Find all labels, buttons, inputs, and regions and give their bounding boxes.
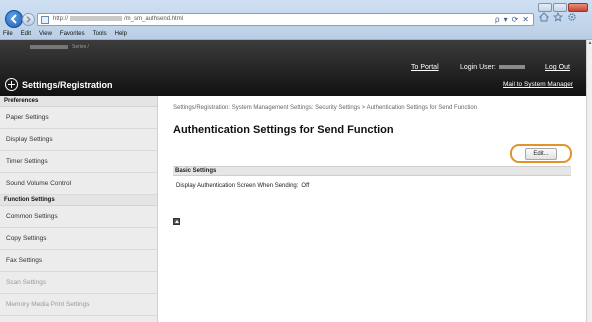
chevron-down-icon[interactable]: ▾ bbox=[504, 15, 508, 24]
header-title: Settings/Registration bbox=[22, 80, 113, 90]
back-arrow-icon bbox=[10, 14, 17, 24]
edit-highlight: Edit... bbox=[510, 144, 572, 163]
page-title: Authentication Settings for Send Functio… bbox=[173, 124, 394, 136]
url-text: http:///m_sm_authsend.html bbox=[53, 16, 184, 23]
menu-bar: File Edit View Favorites Tools Help bbox=[0, 31, 127, 40]
forward-button[interactable] bbox=[22, 13, 35, 26]
menu-help[interactable]: Help bbox=[115, 31, 127, 40]
menu-edit[interactable]: Edit bbox=[21, 31, 31, 40]
sidebar-group-function-settings: Function Settings bbox=[0, 195, 157, 206]
maximize-button[interactable] bbox=[553, 3, 567, 12]
to-portal-link[interactable]: To Portal bbox=[411, 64, 439, 71]
sidebar: Preferences Paper Settings Display Setti… bbox=[0, 96, 158, 322]
settings-logo-icon bbox=[5, 78, 18, 91]
sidebar-group-preferences: Preferences bbox=[0, 96, 157, 107]
page-header: Series / Settings/Registration To Portal… bbox=[0, 40, 586, 96]
stop-icon[interactable]: ✕ bbox=[522, 15, 529, 24]
browser-titlebar: http:///m_sm_authsend.html ρ ▾ ⟳ ✕ File … bbox=[0, 0, 592, 40]
login-user: Login User: bbox=[460, 64, 528, 71]
back-button[interactable] bbox=[5, 10, 23, 28]
model-name: Series / bbox=[30, 44, 89, 50]
setting-value: Off bbox=[301, 183, 310, 189]
setting-label: Display Authentication Screen When Sendi… bbox=[176, 183, 299, 189]
scroll-up-icon[interactable]: ▲ bbox=[587, 40, 592, 46]
sidebar-item-scan-settings[interactable]: Scan Settings bbox=[0, 272, 157, 294]
edit-button[interactable]: Edit... bbox=[525, 147, 557, 160]
forward-arrow-icon bbox=[26, 16, 31, 23]
menu-tools[interactable]: Tools bbox=[93, 31, 107, 40]
page-icon bbox=[41, 16, 49, 24]
sidebar-item-fax-settings[interactable]: Fax Settings bbox=[0, 250, 157, 272]
sidebar-item-copy-settings[interactable]: Copy Settings bbox=[0, 228, 157, 250]
star-icon[interactable] bbox=[552, 11, 564, 22]
minimize-button[interactable] bbox=[538, 3, 552, 12]
page-top-icon[interactable] bbox=[173, 218, 180, 225]
sidebar-item-memory-media-print[interactable]: Memory Media Print Settings bbox=[0, 294, 157, 316]
sidebar-item-paper-settings[interactable]: Paper Settings bbox=[0, 107, 157, 129]
address-tools: ρ ▾ ⟳ ✕ bbox=[495, 15, 529, 24]
sidebar-item-common-settings[interactable]: Common Settings bbox=[0, 206, 157, 228]
menu-file[interactable]: File bbox=[3, 31, 13, 40]
gear-icon[interactable] bbox=[567, 12, 577, 22]
window-controls bbox=[538, 3, 588, 12]
sidebar-item-timer-settings[interactable]: Timer Settings bbox=[0, 151, 157, 173]
home-icon[interactable] bbox=[538, 12, 550, 22]
menu-favorites[interactable]: Favorites bbox=[60, 31, 85, 40]
menu-view[interactable]: View bbox=[39, 31, 52, 40]
mail-system-manager-link[interactable]: Mail to System Manager bbox=[503, 81, 573, 88]
section-basic-settings: Basic Settings bbox=[173, 166, 571, 176]
breadcrumb: Settings/Registration: System Management… bbox=[173, 105, 477, 111]
address-bar[interactable]: http:///m_sm_authsend.html ρ ▾ ⟳ ✕ bbox=[37, 13, 534, 26]
setting-display-auth-screen: Display Authentication Screen When Sendi… bbox=[176, 183, 309, 189]
sidebar-item-sound-volume[interactable]: Sound Volume Control bbox=[0, 173, 157, 195]
main-content: Settings/Registration: System Management… bbox=[159, 96, 586, 322]
toolbar-icons bbox=[538, 11, 577, 22]
sidebar-item-display-settings[interactable]: Display Settings bbox=[0, 129, 157, 151]
search-icon[interactable]: ρ bbox=[495, 15, 500, 24]
logout-link[interactable]: Log Out bbox=[545, 64, 570, 71]
vertical-scrollbar[interactable]: ▲ bbox=[586, 40, 592, 322]
close-window-button[interactable] bbox=[568, 3, 588, 12]
refresh-icon[interactable]: ⟳ bbox=[512, 15, 519, 24]
